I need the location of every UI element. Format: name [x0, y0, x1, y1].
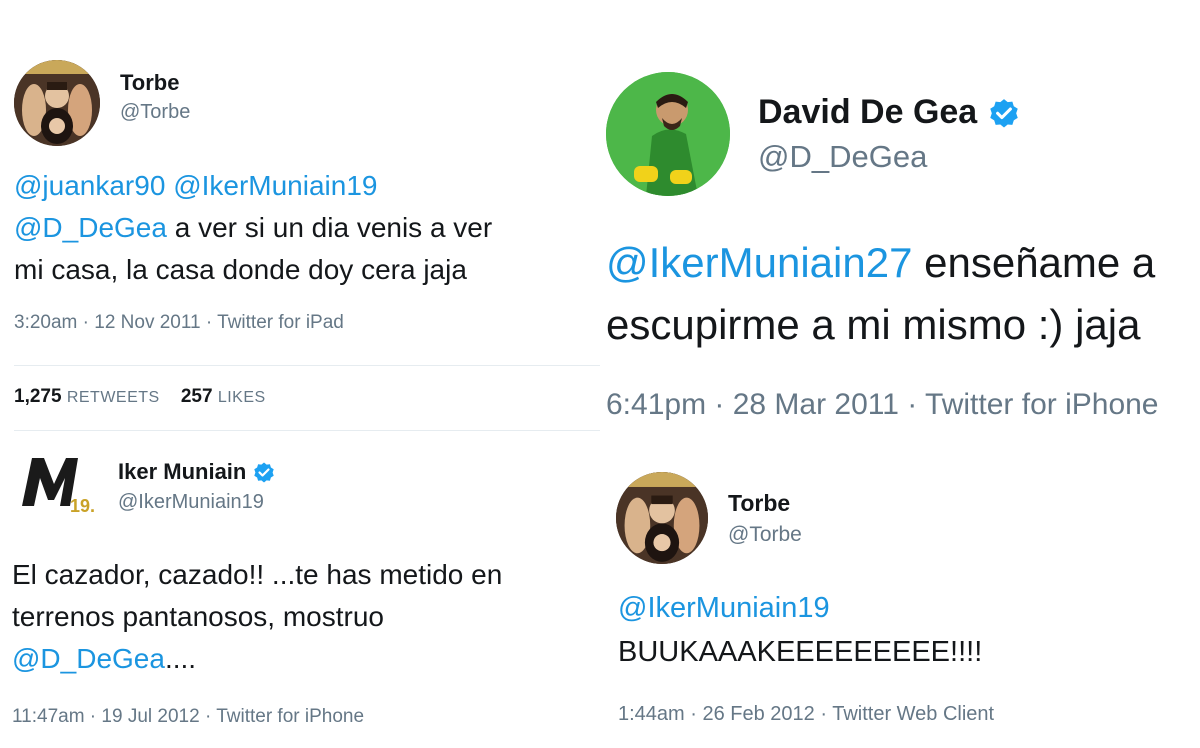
tweet1-divider-bottom [14, 430, 600, 431]
tweet2-text-line3: .... [164, 643, 197, 674]
avatar-image [606, 72, 730, 196]
tweet4-text-line2: BUUKAAAKEEEEEEEEE!!!! [618, 636, 983, 668]
avatar-image [14, 60, 100, 146]
avatar-david-de-gea[interactable] [606, 72, 730, 196]
tweet4-timestamp[interactable]: 1:44am · 26 Feb 2012 · Twitter Web Clien… [618, 703, 994, 726]
tweet2-display-name-text[interactable]: Iker Muniain [118, 459, 246, 484]
tweet2-timestamp[interactable]: 11:47am · 19 Jul 2012 · Twitter for iPho… [12, 706, 364, 728]
avatar-torbe[interactable] [616, 472, 708, 564]
tweet4-mention-ikermuniain19[interactable]: @IkerMuniain19 [618, 592, 830, 624]
avatar-logo-m19: 19. [22, 458, 95, 516]
tweet3-text: @IkerMuniain27 enseñame a escupirme a mi… [606, 232, 1200, 356]
tweet1-stats: 1,275 RETWEETS 257 LIKES [14, 386, 266, 408]
tweet4-display-name[interactable]: Torbe [728, 490, 790, 517]
tweet2-text: El cazador, cazado!! ...te has metido en… [12, 554, 502, 680]
svg-text:19.: 19. [70, 496, 95, 516]
tweet1-timestamp[interactable]: 3:20am · 12 Nov 2011 · Twitter for iPad [14, 312, 344, 334]
tweet2-handle[interactable]: @IkerMuniain19 [118, 491, 264, 514]
verified-badge-icon [254, 462, 275, 483]
tweet2-display-name[interactable]: Iker Muniain [118, 459, 276, 485]
tweet2-text-line1: El cazador, cazado!! ...te has metido en [12, 559, 503, 590]
tweet2-text-line2: terrenos pantanosos, mostruo [12, 601, 384, 632]
tweet1-like-label[interactable]: LIKES [218, 389, 266, 406]
tweet3-text-line1: enseñame a [912, 239, 1156, 286]
avatar-iker-muniain[interactable]: 19. [18, 448, 96, 526]
tweet4-handle[interactable]: @Torbe [728, 523, 802, 547]
tweet1-mention-ikermuniain19[interactable]: @IkerMuniain19 [173, 170, 377, 201]
tweet1-divider-top [14, 365, 600, 366]
tweet1-display-name[interactable]: Torbe [120, 70, 179, 96]
tweet1-handle[interactable]: @Torbe [120, 101, 190, 124]
tweet2-mention-degea[interactable]: @D_DeGea [12, 643, 165, 674]
tweet3-display-name-text[interactable]: David De Gea [758, 93, 977, 131]
tweet3-mention-ikermuniain27[interactable]: @IkerMuniain27 [606, 239, 912, 286]
tweet1-mention-juankar90[interactable]: @juankar90 [14, 170, 165, 201]
tweet3-text-line2: escupirme a mi mismo :) jaja [606, 301, 1141, 348]
avatar-torbe[interactable] [14, 60, 100, 146]
tweet4-text: @IkerMuniain19 BUUKAAAKEEEEEEEEE!!!! [618, 586, 982, 674]
avatar-image [616, 472, 708, 564]
tweet1-like-count[interactable]: 257 [181, 386, 213, 407]
tweet1-mention-degea[interactable]: @D_DeGea [14, 212, 167, 243]
tweet3-display-name[interactable]: David De Gea [758, 93, 1021, 132]
tweet3-handle[interactable]: @D_DeGea [758, 139, 927, 175]
tweet1-text-line2: a ver si un dia venis a ver [166, 212, 493, 243]
verified-badge-icon [989, 99, 1018, 128]
tweet1-text-line3: mi casa, la casa donde doy cera jaja [14, 254, 467, 285]
tweet1-retweet-label[interactable]: RETWEETS [67, 389, 160, 406]
tweet1-retweet-count[interactable]: 1,275 [14, 386, 62, 407]
tweet1-text: @juankar90 @IkerMuniain19 @D_DeGea a ver… [14, 165, 492, 291]
tweet3-timestamp[interactable]: 6:41pm · 28 Mar 2011 · Twitter for iPhon… [606, 388, 1159, 422]
